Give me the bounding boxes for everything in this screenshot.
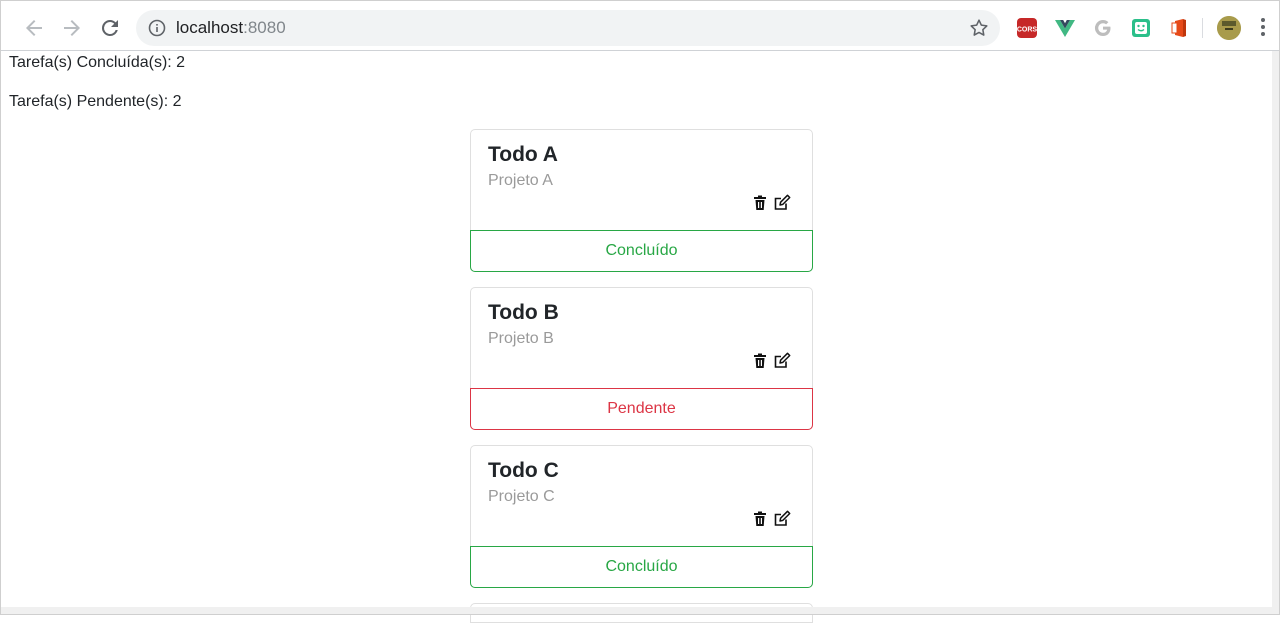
address-bar[interactable]: localhost:8080 bbox=[136, 10, 1000, 46]
office-icon[interactable] bbox=[1168, 17, 1190, 44]
edit-icon[interactable] bbox=[773, 194, 791, 212]
vue-icon[interactable] bbox=[1054, 17, 1076, 44]
todo-project: Projeto C bbox=[488, 488, 555, 505]
back-arrow-icon[interactable] bbox=[22, 16, 46, 40]
trash-icon[interactable] bbox=[751, 510, 769, 528]
forward-arrow-icon[interactable] bbox=[60, 16, 84, 40]
pending-count: Tarefa(s) Pendente(s): 2 bbox=[9, 93, 182, 110]
svg-text:CORS: CORS bbox=[1017, 27, 1038, 34]
window-edge bbox=[1272, 51, 1280, 615]
trash-icon[interactable] bbox=[751, 352, 769, 370]
url-host: localhost bbox=[176, 18, 244, 37]
todo-card: Todo C Projeto C Concluído bbox=[470, 445, 813, 588]
edit-icon[interactable] bbox=[773, 352, 791, 370]
browser-toolbar: localhost:8080 CORS bbox=[0, 0, 1280, 51]
url-text[interactable]: localhost:8080 bbox=[176, 18, 286, 38]
status-button[interactable]: Pendente bbox=[470, 388, 813, 430]
todo-title: Todo B bbox=[488, 301, 559, 324]
browser-menu-icon[interactable] bbox=[1260, 18, 1266, 38]
window-edge bbox=[0, 607, 1280, 615]
info-icon[interactable] bbox=[148, 19, 166, 37]
toolbar-separator bbox=[1202, 18, 1203, 38]
edit-icon[interactable] bbox=[773, 510, 791, 528]
reload-icon[interactable] bbox=[98, 16, 122, 40]
status-button[interactable]: Concluído bbox=[470, 546, 813, 588]
url-port: :8080 bbox=[243, 18, 286, 37]
todo-title: Todo C bbox=[488, 459, 559, 482]
status-button[interactable]: Concluído bbox=[470, 230, 813, 272]
smiley-extension-icon[interactable] bbox=[1130, 17, 1152, 44]
profile-avatar[interactable] bbox=[1217, 16, 1241, 40]
todo-project: Projeto A bbox=[488, 172, 553, 189]
todo-card: Todo B Projeto B Pendente bbox=[470, 287, 813, 430]
bookmark-star-icon[interactable] bbox=[968, 17, 990, 39]
todo-project: Projeto B bbox=[488, 330, 554, 347]
trash-icon[interactable] bbox=[751, 194, 769, 212]
completed-count: Tarefa(s) Concluída(s): 2 bbox=[9, 54, 186, 71]
cors-icon[interactable]: CORS bbox=[1016, 17, 1038, 44]
google-icon[interactable] bbox=[1092, 17, 1114, 44]
todo-title: Todo A bbox=[488, 143, 558, 166]
todo-card: Todo A Projeto A Concluído bbox=[470, 129, 813, 272]
